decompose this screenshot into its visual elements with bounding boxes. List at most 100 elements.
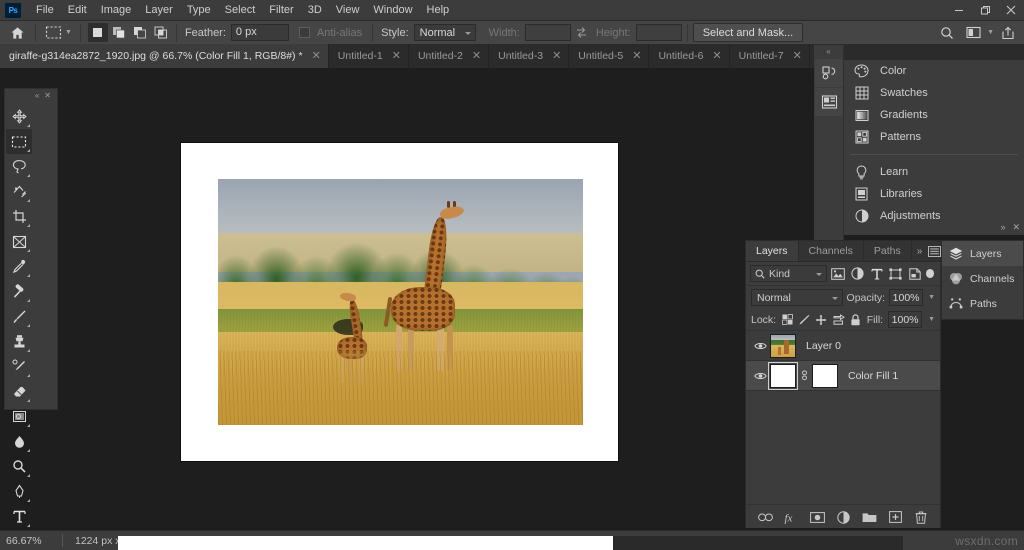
panel-menu-icon[interactable] — [928, 246, 941, 257]
zoom-level[interactable]: 66.67% — [0, 535, 62, 547]
crop-tool[interactable] — [6, 204, 32, 229]
blur-tool[interactable] — [6, 429, 32, 454]
height-input[interactable] — [636, 24, 682, 41]
mini-dock-item-channels[interactable]: Channels — [942, 266, 1023, 291]
dodge-tool[interactable] — [6, 454, 32, 479]
panel-item-patterns[interactable]: Patterns — [844, 126, 1024, 148]
close-button[interactable] — [998, 0, 1024, 21]
menu-item-filter[interactable]: Filter — [262, 1, 300, 20]
properties-icon[interactable] — [815, 59, 843, 87]
opacity-input[interactable]: 100% — [889, 289, 923, 306]
overflow-icon[interactable]: » — [917, 246, 923, 257]
add-layer-mask-icon[interactable] — [809, 509, 825, 525]
layer-fill-thumbnail[interactable] — [770, 364, 796, 388]
swap-width-height-icon[interactable] — [571, 23, 593, 43]
mini-dock-item-paths[interactable]: Paths — [942, 291, 1023, 316]
chevron-down-icon[interactable]: ▼ — [928, 316, 935, 323]
menu-item-help[interactable]: Help — [420, 1, 457, 20]
link-layers-icon[interactable] — [757, 509, 773, 525]
share-icon[interactable] — [996, 23, 1020, 43]
feather-input[interactable]: 0 px — [231, 24, 289, 41]
layer-mask-thumbnail[interactable] — [812, 364, 838, 388]
lasso-tool[interactable] — [6, 154, 32, 179]
lock-image-pixels-icon[interactable] — [798, 313, 810, 327]
tab-paths[interactable]: Paths — [864, 241, 912, 261]
menu-item-3d[interactable]: 3D — [301, 1, 329, 20]
eyedropper-tool[interactable] — [6, 254, 32, 279]
restore-button[interactable] — [972, 0, 998, 21]
subtract-from-selection-button[interactable] — [130, 23, 150, 42]
brush-tool[interactable] — [6, 304, 32, 329]
panel-item-swatches[interactable]: Swatches — [844, 82, 1024, 104]
panel-item-color[interactable]: Color — [844, 60, 1024, 82]
frame-tool[interactable] — [6, 229, 32, 254]
link-mask-icon[interactable] — [800, 370, 808, 381]
menu-item-select[interactable]: Select — [218, 1, 263, 20]
panel-item-adjustments[interactable]: Adjustments — [844, 205, 1024, 227]
type-layers-icon[interactable] — [868, 264, 885, 283]
close-icon[interactable]: ✕ — [44, 92, 51, 100]
expand-icon[interactable]: » — [1000, 222, 1005, 233]
gradient-tool[interactable] — [6, 404, 32, 429]
new-adjustment-layer-icon[interactable] — [835, 509, 851, 525]
spot-healing-brush-tool[interactable] — [6, 279, 32, 304]
close-icon[interactable]: ✕ — [312, 51, 321, 61]
libraries-icon[interactable] — [815, 88, 843, 116]
chevron-down-icon[interactable]: ▼ — [928, 294, 935, 301]
chevron-down-icon[interactable]: ▼ — [987, 29, 994, 36]
select-and-mask-button[interactable]: Select and Mask... — [693, 23, 804, 42]
style-select[interactable]: Normal — [414, 24, 476, 41]
rectangular-marquee-tool[interactable] — [6, 129, 32, 154]
menu-item-image[interactable]: Image — [94, 1, 139, 20]
delete-layer-icon[interactable] — [913, 509, 929, 525]
document-tab-giraffe[interactable]: giraffe-g314ea2872_1920.jpg @ 66.7% (Col… — [0, 44, 329, 68]
layer-visibility-toggle[interactable] — [750, 341, 770, 351]
document-tab-untitled-7[interactable]: Untitled-7 ✕ — [730, 44, 810, 68]
mini-dock-item-layers[interactable]: Layers — [942, 241, 1023, 266]
shape-layers-icon[interactable] — [887, 264, 904, 283]
width-input[interactable] — [525, 24, 571, 41]
panel-item-libraries[interactable]: Libraries — [844, 183, 1024, 205]
close-icon[interactable]: ✕ — [552, 51, 561, 61]
menu-item-type[interactable]: Type — [180, 1, 218, 20]
pen-tool[interactable] — [6, 479, 32, 504]
tab-channels[interactable]: Channels — [799, 241, 864, 261]
layer-visibility-toggle[interactable] — [750, 371, 770, 381]
new-group-icon[interactable] — [861, 509, 877, 525]
dock-collapse-icon[interactable]: « — [814, 45, 843, 58]
close-icon[interactable]: ✕ — [472, 51, 481, 61]
close-icon[interactable]: ✕ — [793, 51, 802, 61]
menu-item-edit[interactable]: Edit — [61, 1, 94, 20]
collapse-icon[interactable]: « — [35, 92, 39, 100]
panel-item-learn[interactable]: Learn — [844, 161, 1024, 183]
table-row[interactable]: Layer 0 — [746, 331, 940, 361]
lock-position-icon[interactable] — [815, 313, 827, 327]
layers-list[interactable]: Layer 0 Color Fill 1 — [746, 331, 940, 504]
anti-alias-checkbox[interactable] — [299, 27, 310, 38]
move-tool[interactable] — [6, 104, 32, 129]
artboard[interactable] — [181, 143, 618, 461]
eraser-tool[interactable] — [6, 379, 32, 404]
new-layer-icon[interactable] — [887, 509, 903, 525]
layer-thumbnail[interactable] — [770, 334, 796, 358]
layer-name[interactable]: Color Fill 1 — [848, 370, 898, 382]
close-icon[interactable]: ✕ — [632, 51, 641, 61]
document-tab-untitled-1[interactable]: Untitled-1 ✕ — [329, 44, 409, 68]
smart-object-icon[interactable] — [907, 264, 924, 283]
lock-all-icon[interactable] — [850, 313, 862, 327]
close-icon[interactable]: ✕ — [712, 51, 721, 61]
close-icon[interactable]: ✕ — [392, 51, 401, 61]
document-tab-untitled-5[interactable]: Untitled-5 ✕ — [569, 44, 649, 68]
minimize-button[interactable] — [946, 0, 972, 21]
close-icon[interactable]: ✕ — [1012, 222, 1020, 233]
blend-mode-select[interactable]: Normal — [751, 289, 843, 306]
clone-stamp-tool[interactable] — [6, 329, 32, 354]
menu-item-view[interactable]: View — [329, 1, 367, 20]
object-selection-tool[interactable] — [6, 179, 32, 204]
menu-item-layer[interactable]: Layer — [138, 1, 180, 20]
adjustment-layers-icon[interactable] — [849, 264, 866, 283]
table-row[interactable]: Color Fill 1 — [746, 361, 940, 391]
layer-style-fx-icon[interactable]: fx — [783, 509, 799, 525]
chevron-down-icon[interactable]: ▼ — [65, 29, 72, 36]
panel-item-gradients[interactable]: Gradients — [844, 104, 1024, 126]
